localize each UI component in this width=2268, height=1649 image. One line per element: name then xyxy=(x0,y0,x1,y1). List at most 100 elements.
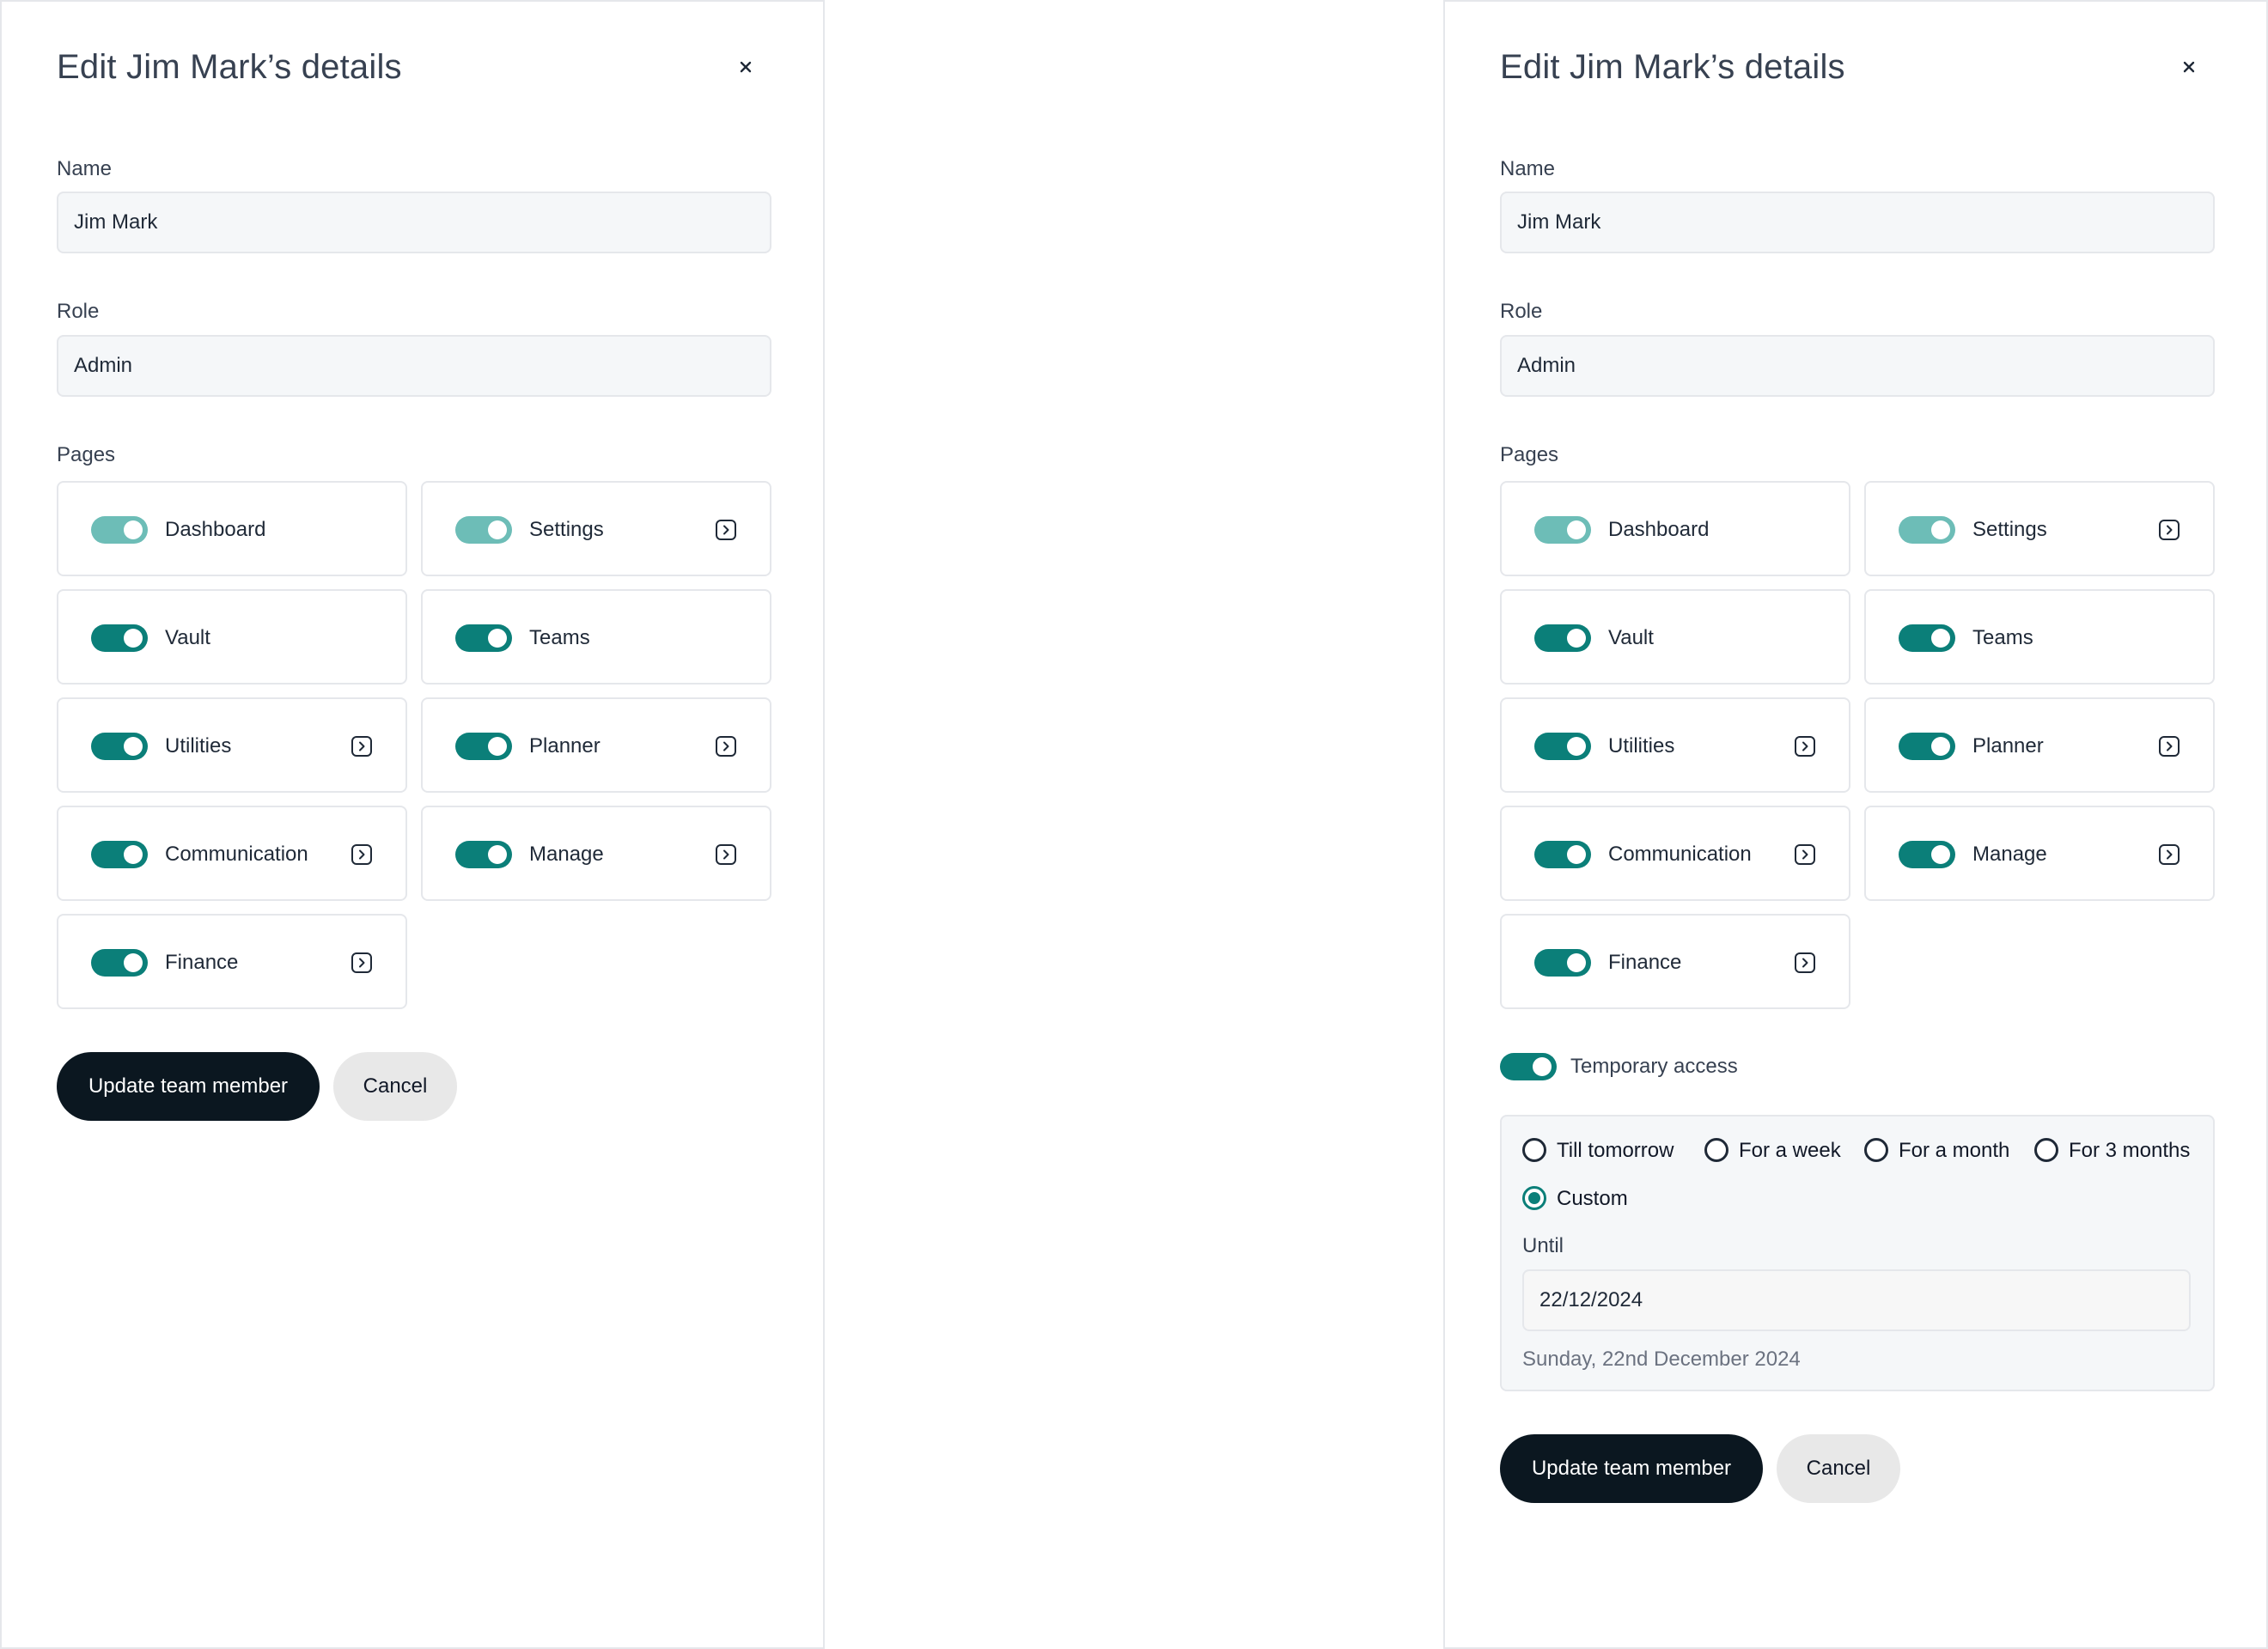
toggle-knob xyxy=(1567,845,1586,864)
name-label: Name xyxy=(57,157,113,180)
page-card-communication: Communication xyxy=(1500,806,1850,901)
close-button[interactable] xyxy=(732,53,759,81)
toggle-knob xyxy=(1931,737,1950,756)
radio-circle xyxy=(1522,1138,1546,1162)
page-toggle-planner[interactable] xyxy=(1899,733,1955,760)
temporary-access-toggle[interactable] xyxy=(1500,1053,1557,1080)
arrow-right-square-icon[interactable] xyxy=(2158,735,2180,758)
close-icon xyxy=(2183,61,2195,73)
page-toggle-utilities[interactable] xyxy=(91,733,148,760)
page-label: Finance xyxy=(165,951,239,974)
toggle-knob xyxy=(1567,629,1586,648)
toggle-knob xyxy=(124,737,143,756)
page-toggle-communication[interactable] xyxy=(91,841,148,868)
radio-label: For 3 months xyxy=(2069,1139,2191,1162)
page-toggle-communication[interactable] xyxy=(1534,841,1591,868)
arrow-right-square-icon[interactable] xyxy=(2158,519,2180,541)
page-label: Settings xyxy=(1972,518,2047,541)
page-label: Planner xyxy=(529,734,601,758)
arrow-right-square-icon[interactable] xyxy=(1794,843,1816,866)
pages-grid: Dashboard Settings Vault Teams Utilities Plan… xyxy=(57,481,771,1009)
role-input[interactable] xyxy=(1500,335,2215,397)
page-card-finance: Finance xyxy=(1500,914,1850,1009)
page-toggle-settings[interactable] xyxy=(1899,516,1955,544)
radio-circle xyxy=(1522,1186,1546,1210)
page-toggle-dashboard[interactable] xyxy=(91,516,148,544)
arrow-right-square-icon[interactable] xyxy=(351,952,373,974)
edit-member-panel-temporary: Edit Jim Mark’s details Name Role Pages … xyxy=(1443,0,2268,1649)
arrow-right-square-icon[interactable] xyxy=(715,519,737,541)
page-card-communication: Communication xyxy=(57,806,407,901)
name-label: Name xyxy=(1500,157,1556,180)
arrow-right-square-icon[interactable] xyxy=(351,735,373,758)
page-toggle-vault[interactable] xyxy=(91,624,148,652)
page-toggle-finance[interactable] xyxy=(91,949,148,977)
page-toggle-planner[interactable] xyxy=(455,733,512,760)
page-label: Utilities xyxy=(1608,734,1675,758)
page-card-vault: Vault xyxy=(57,589,407,685)
page-label: Settings xyxy=(529,518,604,541)
toggle-knob xyxy=(1931,629,1950,648)
toggle-knob xyxy=(124,629,143,648)
role-label: Role xyxy=(57,300,100,323)
page-label: Teams xyxy=(1972,626,2033,649)
panel-title: Edit Jim Mark’s details xyxy=(1500,48,1845,86)
page-toggle-finance[interactable] xyxy=(1534,949,1591,977)
edit-member-panel-basic: Edit Jim Mark’s details Name Role Pages … xyxy=(0,0,825,1649)
page-toggle-teams[interactable] xyxy=(1899,624,1955,652)
pages-label: Pages xyxy=(1500,443,1559,466)
page-label: Vault xyxy=(1608,626,1654,649)
toggle-knob xyxy=(488,520,507,539)
page-label: Teams xyxy=(529,626,590,649)
arrow-right-square-icon[interactable] xyxy=(715,735,737,758)
page-label: Dashboard xyxy=(165,518,266,541)
page-label: Utilities xyxy=(165,734,232,758)
toggle-knob xyxy=(124,520,143,539)
pages-grid: Dashboard Settings Vault Teams Utilities Plan… xyxy=(1500,481,2215,1009)
arrow-right-square-icon[interactable] xyxy=(2158,843,2180,866)
cancel-button[interactable]: Cancel xyxy=(1777,1434,1900,1503)
arrow-right-square-icon[interactable] xyxy=(1794,952,1816,974)
page-card-manage: Manage xyxy=(1864,806,2215,901)
update-team-member-button[interactable]: Update team member xyxy=(1500,1434,1763,1503)
page-label: Manage xyxy=(529,843,604,866)
toggle-knob xyxy=(124,845,143,864)
toggle-knob xyxy=(1533,1057,1552,1076)
close-button[interactable] xyxy=(2175,53,2203,81)
page-toggle-manage[interactable] xyxy=(1899,841,1955,868)
page-toggle-settings[interactable] xyxy=(455,516,512,544)
page-toggle-dashboard[interactable] xyxy=(1534,516,1591,544)
toggle-knob xyxy=(1931,520,1950,539)
page-card-finance: Finance xyxy=(57,914,407,1009)
page-card-vault: Vault xyxy=(1500,589,1850,685)
page-label: Vault xyxy=(165,626,210,649)
role-input[interactable] xyxy=(57,335,771,397)
arrow-right-square-icon[interactable] xyxy=(1794,735,1816,758)
radio-label: For a week xyxy=(1739,1139,1841,1162)
name-input[interactable] xyxy=(1500,192,2215,253)
until-date-input[interactable] xyxy=(1522,1269,2191,1331)
page-card-planner: Planner xyxy=(421,697,771,793)
page-toggle-utilities[interactable] xyxy=(1534,733,1591,760)
role-label: Role xyxy=(1500,300,1543,323)
page-toggle-manage[interactable] xyxy=(455,841,512,868)
pages-label: Pages xyxy=(57,443,116,466)
page-label: Manage xyxy=(1972,843,2047,866)
arrow-right-square-icon[interactable] xyxy=(351,843,373,866)
page-card-planner: Planner xyxy=(1864,697,2215,793)
radio-circle xyxy=(1704,1138,1728,1162)
page-label: Planner xyxy=(1972,734,2044,758)
radio-circle xyxy=(1864,1138,1888,1162)
page-label: Communication xyxy=(165,843,308,866)
arrow-right-square-icon[interactable] xyxy=(715,843,737,866)
name-input[interactable] xyxy=(57,192,771,253)
page-toggle-vault[interactable] xyxy=(1534,624,1591,652)
radio-label: Custom xyxy=(1557,1187,1628,1210)
page-toggle-teams[interactable] xyxy=(455,624,512,652)
radio-circle xyxy=(2034,1138,2058,1162)
cancel-button[interactable]: Cancel xyxy=(333,1052,457,1121)
temporary-access-label: Temporary access xyxy=(1570,1055,1738,1078)
page-card-teams: Teams xyxy=(1864,589,2215,685)
toggle-knob xyxy=(1567,520,1586,539)
update-team-member-button[interactable]: Update team member xyxy=(57,1052,320,1121)
